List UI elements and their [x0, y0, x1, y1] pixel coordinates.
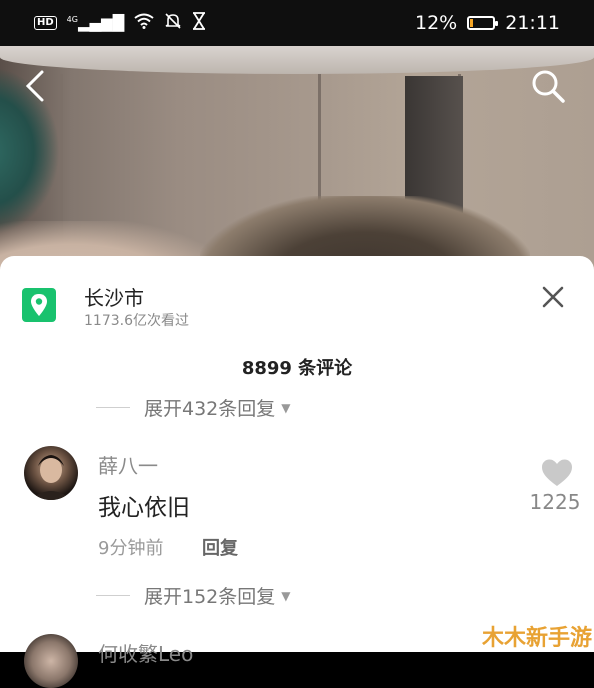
expand-replies-top[interactable]: 展开432条回复 ▼: [96, 394, 291, 421]
location-pin-icon[interactable]: [22, 288, 56, 322]
wifi-icon: [134, 13, 154, 33]
battery-level-fill: [470, 19, 474, 27]
back-arrow-icon: [25, 70, 44, 102]
like-count: 1225: [529, 490, 581, 514]
search-icon: [532, 70, 565, 103]
status-bar: HD 4G▂▄▆█ 12% 21:11: [0, 0, 594, 46]
hd-icon: HD: [34, 16, 57, 30]
expand-replies-bottom[interactable]: 展开152条回复 ▼: [96, 582, 291, 609]
reply-button[interactable]: 回复: [202, 534, 238, 560]
close-icon: [542, 286, 564, 308]
clock: 21:11: [505, 12, 560, 34]
expand-replies-label: 展开432条回复: [144, 398, 276, 420]
watermark-logo: 木木新手游: [482, 626, 593, 651]
location-views: 1173.6亿次看过: [84, 313, 189, 329]
location-city[interactable]: 长沙市: [84, 282, 144, 311]
search-button[interactable]: [528, 66, 568, 106]
avatar[interactable]: [24, 446, 78, 500]
divider-line: [96, 595, 130, 596]
video-frame[interactable]: [0, 46, 594, 276]
comment-count: 8899 条评论: [241, 358, 353, 379]
mute-icon: [164, 12, 182, 34]
comment-time: 9分钟前: [98, 538, 164, 559]
signal-icon: 4G▂▄▆█: [66, 14, 125, 32]
back-button[interactable]: [16, 66, 56, 106]
comment-sheet: 长沙市 1173.6亿次看过 8899 条评论 展开432条回复 ▼ 薛八一 我…: [0, 256, 594, 688]
caret-down-icon: ▼: [281, 400, 291, 415]
expand-replies-label: 展开152条回复: [144, 586, 276, 608]
close-button[interactable]: [536, 280, 570, 314]
comment-author[interactable]: 何收繁Leo: [98, 638, 193, 667]
network-type: 4G: [66, 15, 78, 24]
comment-text[interactable]: 我心依旧: [98, 488, 190, 522]
status-left: HD 4G▂▄▆█: [34, 12, 206, 34]
caret-down-icon: ▼: [281, 588, 291, 603]
divider-line: [96, 407, 130, 408]
status-right: 12% 21:11: [415, 12, 560, 34]
avatar[interactable]: [24, 634, 78, 688]
comment-author[interactable]: 薛八一: [98, 450, 158, 479]
video-ceiling: [0, 46, 594, 74]
battery-icon: [467, 16, 499, 30]
hourglass-icon: [192, 12, 206, 34]
battery-percent: 12%: [415, 12, 458, 34]
heart-icon[interactable]: [540, 458, 574, 488]
